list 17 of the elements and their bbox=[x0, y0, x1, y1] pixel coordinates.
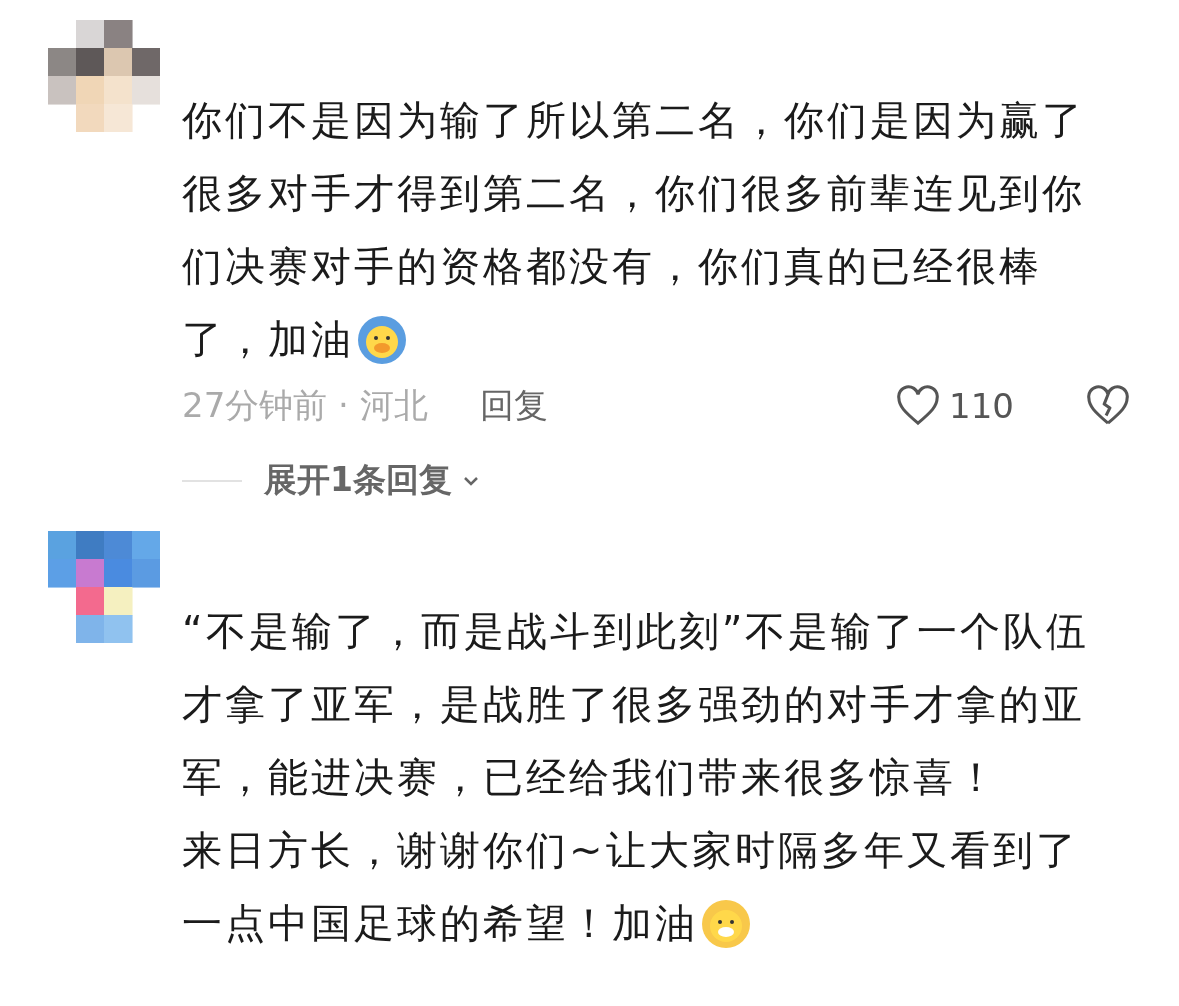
comment-text: “不是输了，而是战斗到此刻”不是输了一个队伍 bbox=[182, 607, 1090, 656]
comment-text: 来日方长，谢谢你们~让大家时隔多年又看到了 bbox=[182, 826, 1079, 875]
comment-text: 军，能进决赛，已经给我们带来很多惊喜！ bbox=[182, 753, 999, 802]
emoji-icon bbox=[356, 313, 408, 366]
comment-text: 了，加油 bbox=[182, 315, 354, 364]
emoji-icon bbox=[700, 897, 752, 950]
comment-text: 才拿了亚军，是战胜了很多强劲的对手才拿的亚 bbox=[182, 680, 1085, 729]
comment-text: 你们不是因为输了所以第二名，你们是因为赢了 bbox=[182, 96, 1085, 145]
reply-button[interactable]: 回复 bbox=[479, 383, 548, 429]
like-button[interactable]: 110 bbox=[895, 385, 1014, 427]
heart-icon bbox=[895, 385, 942, 427]
dislike-icon[interactable] bbox=[1084, 385, 1132, 427]
comment-text: 一点中国足球的希望！加油 bbox=[182, 899, 698, 948]
comment-text: 们决赛对手的资格都没有，你们真的已经很棒 bbox=[182, 242, 1042, 291]
comment-time-location: 27分钟前 · 河北 bbox=[182, 384, 428, 427]
expand-replies-button[interactable]: 展开1条回复 bbox=[264, 458, 482, 503]
comment-text: 很多对手才得到第二名，你们很多前辈连见到你 bbox=[182, 169, 1085, 218]
